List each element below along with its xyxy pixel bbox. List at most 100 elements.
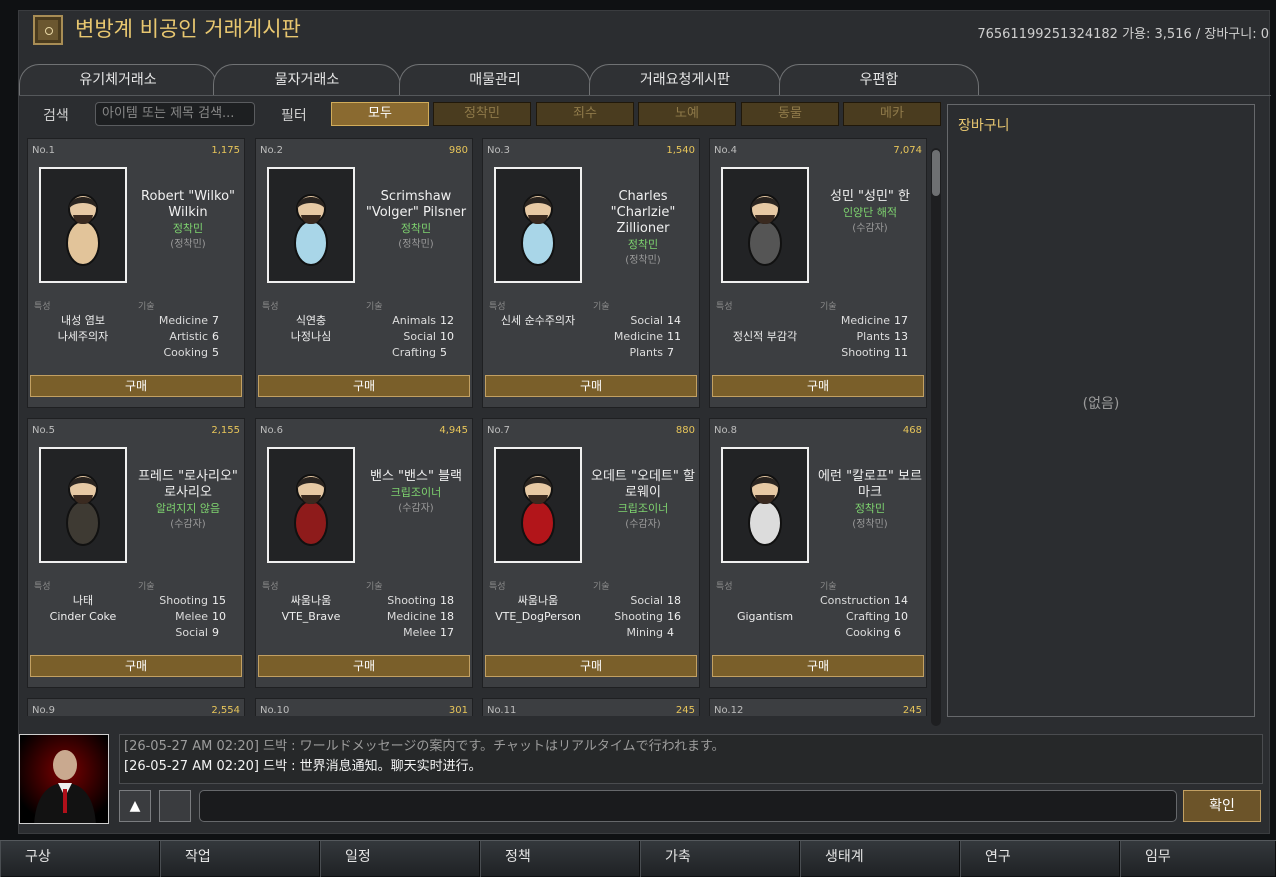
buy-button[interactable]: 구매	[485, 375, 697, 397]
pawn-info: Charles "Charlzie" Zillioner 정착민 (정착민)	[587, 189, 699, 269]
pawn-info: Robert "Wilko" Wilkin 정착민 (정착민)	[132, 189, 244, 253]
buy-button[interactable]: 구매	[712, 655, 924, 677]
chat-option-button[interactable]	[159, 790, 191, 822]
pawn-portrait	[39, 447, 127, 563]
skill-name: Melee	[175, 610, 208, 623]
listing-scrollbar[interactable]	[931, 148, 941, 726]
menu-work[interactable]: 작업	[160, 841, 320, 877]
tab-goods-exchange[interactable]: 물자거래소	[213, 64, 401, 95]
menu-architect[interactable]: 구상	[0, 841, 160, 877]
buy-button[interactable]: 구매	[485, 655, 697, 677]
listing-number: No.12	[714, 705, 744, 716]
traits-header: 특성	[34, 582, 51, 592]
menu-schedule[interactable]: 일정	[320, 841, 480, 877]
skills-list: Construction 14 Crafting 10 Cooking 6	[814, 593, 924, 641]
skills-list: Medicine 7 Artistic 6 Cooking 5	[132, 313, 242, 361]
skill-name: Cooking	[163, 346, 208, 359]
pawn-portrait	[494, 447, 582, 563]
chat-confirm-button[interactable]: 확인	[1183, 790, 1261, 822]
filter-animal-button[interactable]: 동물	[741, 102, 839, 126]
menu-quests[interactable]: 임무	[1120, 841, 1276, 877]
window-title: 변방계 비공인 거래게시판	[75, 17, 301, 41]
skills-header: 기술	[138, 302, 155, 312]
listing-number: No.2	[260, 145, 283, 156]
skills-header: 기술	[593, 582, 610, 592]
menu-animals[interactable]: 가축	[640, 841, 800, 877]
menu-ecology[interactable]: 생태계	[800, 841, 960, 877]
chat-log: [26-05-27 AM 02:20] 드박 : ワールドメッセージの案内です。…	[119, 734, 1263, 784]
skill-row: Cooking 6	[814, 625, 924, 641]
tab-mailbox[interactable]: 우편함	[779, 64, 979, 95]
skill-value: 14	[667, 314, 681, 327]
listing-price: 301	[448, 705, 468, 716]
listing-number: No.10	[260, 705, 290, 716]
traits-list: 싸움나움 VTE_DogPerson	[489, 593, 587, 625]
listing-price: 245	[675, 705, 695, 716]
listing-number: No.5	[32, 425, 55, 436]
skill-value: 5	[440, 346, 447, 359]
skill-value: 7	[667, 346, 674, 359]
pawn-info: Scrimshaw "Volger" Pilsner 정착민 (정착민)	[360, 189, 472, 253]
skill-row: Cooking 5	[132, 345, 242, 361]
pawn-role: (수감자)	[170, 519, 206, 530]
search-input[interactable]: 아이템 또는 제목 검색...	[95, 102, 255, 126]
listing-card: No.6 4,945 밴스 "밴스" 블랙 크립조이너 (수감자) 특성 기술 싸움나움 VTE…	[255, 418, 473, 688]
skill-value: 5	[212, 346, 219, 359]
traits-header: 특성	[716, 582, 733, 592]
tab-trade-request-board[interactable]: 거래요청게시판	[589, 64, 781, 95]
tab-listing-management[interactable]: 매물관리	[399, 64, 591, 95]
listing-card: No.12 245	[709, 698, 927, 716]
tab-organic-exchange[interactable]: 유기체거래소	[19, 64, 217, 95]
skill-row: Medicine 11	[587, 329, 697, 345]
user-avatar	[19, 734, 109, 824]
buy-button[interactable]: 구매	[258, 375, 470, 397]
listing-number: No.3	[487, 145, 510, 156]
skill-row: Social 10	[360, 329, 470, 345]
traits-list: Gigantism	[716, 593, 814, 625]
pawn-role: (수감자)	[625, 519, 661, 530]
pawn-faction: 크립조이너	[617, 502, 669, 515]
pawn-name: 프레드 "로사리오" 로사리오	[138, 469, 238, 500]
skill-row: Construction 14	[814, 593, 924, 609]
skills-list: Medicine 17 Plants 13 Shooting 11	[814, 313, 924, 361]
listing-card: No.5 2,155 프레드 "로사리오" 로사리오 알려지지 않음 (수감자) 특성 기술…	[27, 418, 245, 688]
skill-row: Shooting 16	[587, 609, 697, 625]
skill-name: Medicine	[840, 314, 890, 327]
skills-list: Social 14 Medicine 11 Plants 7	[587, 313, 697, 361]
skill-value: 13	[894, 330, 908, 343]
filter-slave-button[interactable]: 노예	[638, 102, 736, 126]
trait-item: 싸움나움	[517, 594, 559, 607]
listing-price: 2,554	[211, 705, 240, 716]
listing-number: No.9	[32, 705, 55, 716]
cart-empty-text: (없음)	[1082, 396, 1120, 412]
traits-header: 특성	[489, 582, 506, 592]
filter-mech-button[interactable]: 메카	[843, 102, 941, 126]
skills-list: Shooting 18 Medicine 18 Melee 17	[360, 593, 470, 641]
chat-input[interactable]	[199, 790, 1177, 822]
traits-header: 특성	[262, 302, 279, 312]
chat-scroll-up-button[interactable]: ▲	[119, 790, 151, 822]
listing-price: 468	[902, 425, 922, 436]
filter-all-button[interactable]: 모두	[331, 102, 429, 126]
skills-list: Social 18 Shooting 16 Mining 4	[587, 593, 697, 641]
menu-research[interactable]: 연구	[960, 841, 1120, 877]
skill-name: Cooking	[845, 626, 890, 639]
pawn-portrait	[494, 167, 582, 283]
listing-number: No.7	[487, 425, 510, 436]
pawn-info: 프레드 "로사리오" 로사리오 알려지지 않음 (수감자)	[132, 469, 244, 533]
buy-button[interactable]: 구매	[258, 655, 470, 677]
buy-button[interactable]: 구매	[30, 655, 242, 677]
filter-colonist-button[interactable]: 정착민	[433, 102, 531, 126]
trait-item	[716, 313, 814, 329]
skill-row: Crafting 5	[360, 345, 470, 361]
trait-item: 나세주의자	[57, 330, 109, 343]
scroll-thumb[interactable]	[932, 150, 940, 196]
skill-name: Artistic	[169, 330, 208, 343]
filter-prisoner-button[interactable]: 죄수	[536, 102, 634, 126]
pawn-info: 밴스 "밴스" 블랙 크립조이너 (수감자)	[360, 469, 472, 517]
listing-card: No.8 468 에런 "칼로프" 보르마크 정착민 (정착민) 특성 기술 Gigantis…	[709, 418, 927, 688]
buy-button[interactable]: 구매	[712, 375, 924, 397]
menu-policy[interactable]: 정책	[480, 841, 640, 877]
skill-row: Melee 10	[132, 609, 242, 625]
buy-button[interactable]: 구매	[30, 375, 242, 397]
